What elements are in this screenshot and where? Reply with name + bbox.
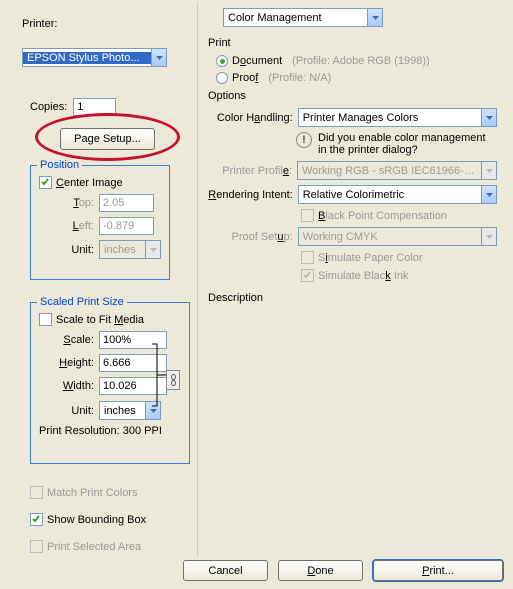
copies-label: Copies: (30, 101, 67, 113)
section-dropdown[interactable]: Color Management (223, 8, 383, 27)
spc-label: Simulate Paper Color (318, 252, 423, 264)
proof-profile: (Profile: N/A) (268, 72, 331, 84)
color-handling-dropdown[interactable]: Printer Manages Colors (298, 108, 497, 127)
printer-dropdown[interactable]: EPSON Stylus Photo... (22, 48, 167, 67)
done-button[interactable]: Done (278, 560, 363, 581)
warning-icon: ! (296, 132, 312, 148)
warning-text: Did you enable color managementin the pr… (318, 132, 486, 156)
scaled-unit-label: Unit: (39, 405, 94, 417)
position-legend: Position (37, 159, 82, 171)
center-image-label: Center Image (56, 177, 123, 189)
chain-icon[interactable] (166, 370, 180, 390)
proof-setup-dropdown: Working CMYK (298, 227, 497, 246)
page-setup-button[interactable]: Page Setup... (60, 128, 155, 150)
top-label: Top: (39, 197, 94, 209)
fit-media-label: Scale to Fit Media (56, 314, 144, 326)
left-input (99, 217, 154, 235)
color-handling-value: Printer Manages Colors (299, 112, 481, 124)
proof-setup-label: Proof Setup: (208, 231, 293, 243)
printer-profile-dropdown: Working RGB - sRGB IEC61966-2.1 (297, 161, 497, 180)
print-heading: Print (208, 37, 497, 49)
width-label: Width: (39, 380, 94, 392)
position-unit-dropdown: inches (99, 240, 161, 259)
height-label: Height: (39, 357, 94, 369)
chevron-down-icon (481, 109, 496, 126)
printer-value: EPSON Stylus Photo... (23, 52, 151, 64)
description-heading: Description (208, 292, 497, 304)
options-heading: Options (208, 90, 497, 102)
cancel-label: Cancel (208, 565, 242, 577)
unit-label: Unit: (39, 244, 94, 256)
match-colors-checkbox (30, 486, 43, 499)
sbi-checkbox (301, 269, 314, 282)
bounding-box-label: Show Bounding Box (47, 514, 146, 526)
document-profile: (Profile: Adobe RGB (1998)) (292, 55, 430, 67)
match-colors-label: Match Print Colors (47, 487, 137, 499)
chevron-down-icon (481, 186, 496, 203)
document-radio[interactable] (216, 55, 228, 67)
section-value: Color Management (224, 12, 367, 24)
rendering-intent-label: Rendering Intent: (208, 189, 293, 201)
position-unit-value: inches (100, 244, 145, 256)
chevron-down-icon (481, 228, 496, 245)
center-image-checkbox[interactable] (39, 176, 52, 189)
rendering-intent-value: Relative Colorimetric (299, 189, 481, 201)
print-selected-checkbox (30, 540, 43, 553)
chevron-down-icon (367, 9, 382, 26)
printer-label: Printer: (22, 18, 57, 30)
print-button[interactable]: Print... (373, 560, 503, 581)
spc-checkbox (301, 251, 314, 264)
scaled-legend: Scaled Print Size (37, 296, 127, 308)
copies-input[interactable] (73, 98, 116, 116)
rendering-intent-dropdown[interactable]: Relative Colorimetric (298, 185, 497, 204)
left-label: Left: (39, 220, 94, 232)
proof-setup-value: Working CMYK (299, 231, 481, 243)
scaled-unit-value: inches (100, 405, 145, 417)
print-label: Print... (422, 565, 454, 577)
done-label: Done (307, 565, 333, 577)
color-handling-label: Color Handling: (208, 112, 293, 124)
scale-label: Scale: (39, 334, 94, 346)
chevron-down-icon (481, 162, 496, 179)
sbi-label: Simulate Black Ink (318, 270, 409, 282)
fit-media-checkbox[interactable] (39, 313, 52, 326)
cancel-button[interactable]: Cancel (183, 560, 268, 581)
print-selected-label: Print Selected Area (47, 541, 141, 553)
print-resolution: Print Resolution: 300 PPI (39, 425, 181, 437)
chevron-down-icon (145, 241, 160, 258)
chevron-down-icon (151, 49, 166, 66)
proof-label: Proof (232, 72, 258, 84)
printer-profile-label: Printer Profile: (208, 165, 292, 177)
printer-profile-value: Working RGB - sRGB IEC61966-2.1 (298, 165, 481, 177)
page-setup-label: Page Setup... (74, 133, 141, 145)
bounding-box-checkbox[interactable] (30, 513, 43, 526)
proof-radio[interactable] (216, 72, 228, 84)
document-label: Document (232, 55, 282, 67)
bpc-checkbox (301, 209, 314, 222)
top-input (99, 194, 154, 212)
bpc-label: Black Point Compensation (318, 210, 447, 222)
position-group: Position Center Image Top: Left: Unit: i… (30, 165, 170, 280)
